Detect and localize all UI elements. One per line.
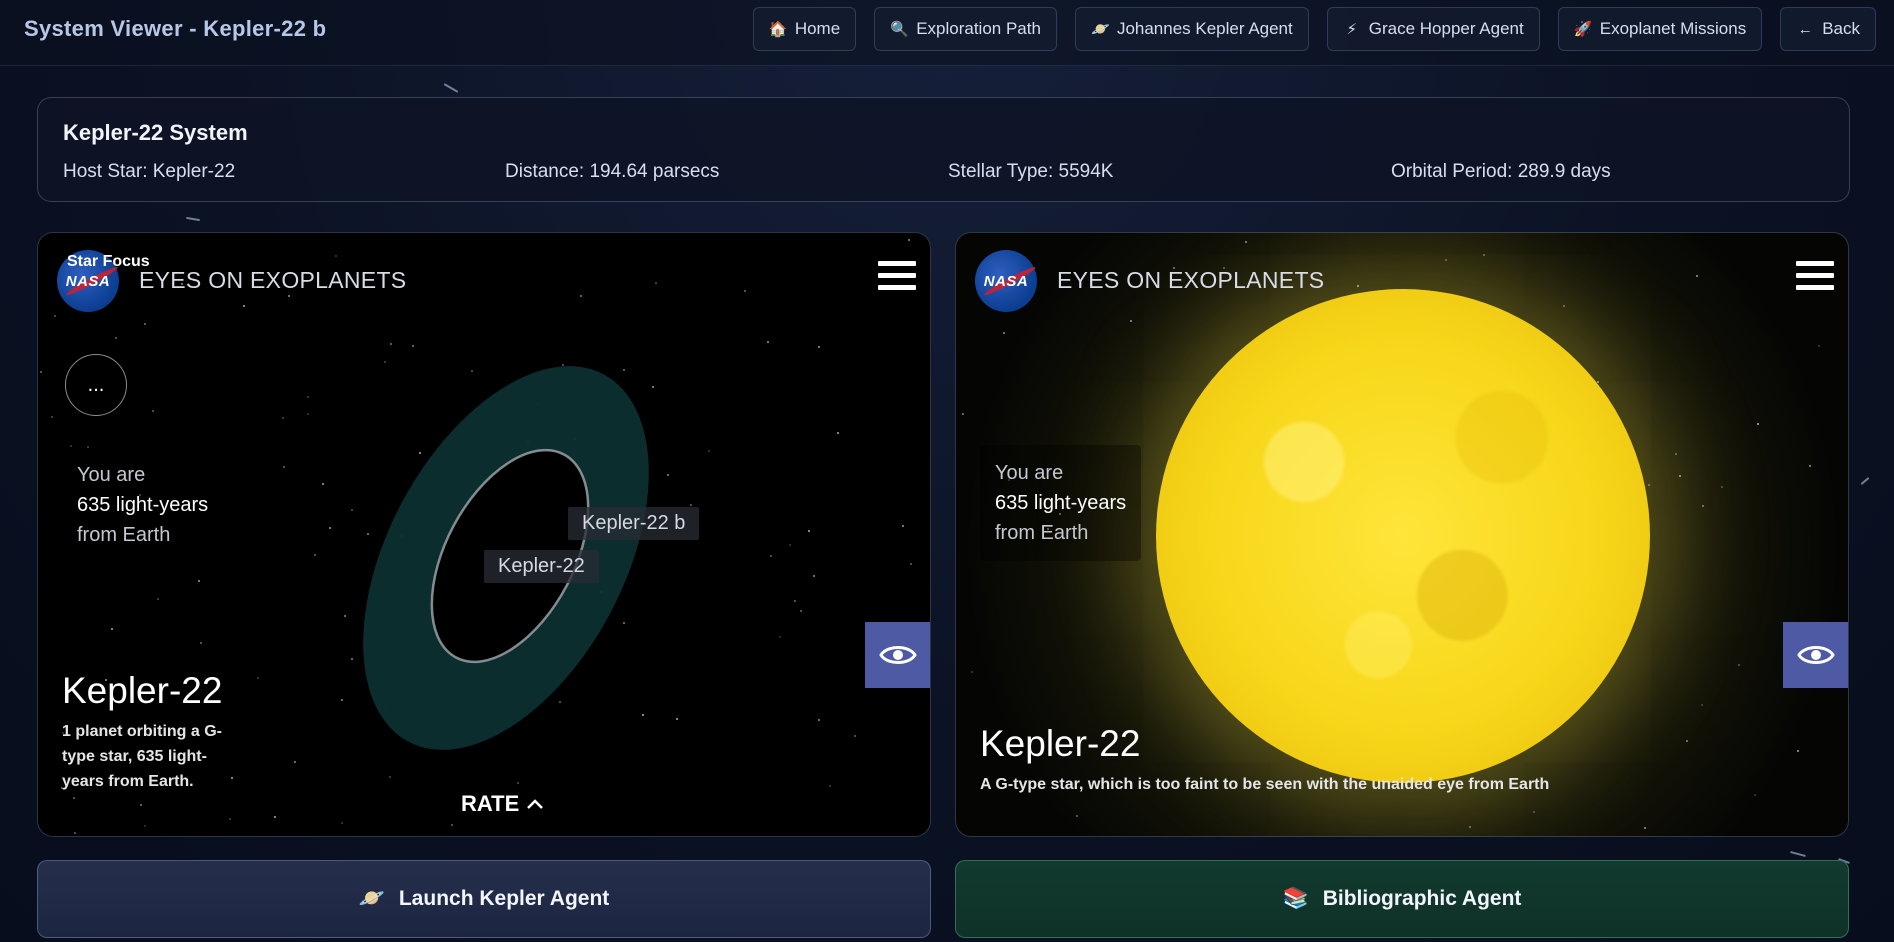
stellar-type-fact: Stellar Type: 5594K: [948, 161, 1114, 182]
star-dot: [961, 412, 964, 415]
star-description: 1 planet orbiting a G-type star, 635 lig…: [62, 723, 223, 790]
arrow-left-icon: ←: [1797, 20, 1813, 38]
nasa-logo: NASA: [975, 250, 1037, 312]
johannes-kepler-agent-button[interactable]: 🪐 Johannes Kepler Agent: [1074, 7, 1309, 51]
app-title: EYES ON EXOPLANETS: [139, 267, 407, 293]
space-streak: [185, 216, 201, 222]
home-label: Home: [794, 19, 841, 38]
distance-readout: You are 635 light-years from Earth: [77, 464, 209, 546]
star-dot: [1244, 240, 1247, 243]
eye-icon: [1796, 646, 1835, 664]
space-streak: [1790, 850, 1806, 858]
top-bar: System Viewer - Kepler-22 b 🏠 Home 🔍 Exp…: [0, 0, 1894, 66]
star-dot: [1647, 484, 1650, 486]
magnifier-icon: 🔍: [890, 21, 909, 38]
star-dot: [1356, 285, 1359, 288]
more-button[interactable]: ...: [65, 354, 127, 416]
star-dot: [1695, 274, 1698, 277]
exploration-path-button[interactable]: 🔍 Exploration Path: [874, 7, 1057, 51]
bibliographic-agent-label: Bibliographic Agent: [1322, 887, 1522, 910]
page-title: System Viewer - Kepler-22 b: [24, 16, 327, 41]
star-focus-label: Star Focus: [67, 253, 150, 270]
rate-button[interactable]: RATE: [461, 791, 545, 817]
launch-kepler-agent-label: Launch Kepler Agent: [398, 887, 610, 910]
distance-value: 635 light-years: [77, 494, 209, 516]
star-dot: [1130, 320, 1133, 323]
host-star-fact: Host Star: Kepler-22: [63, 161, 236, 182]
rocket-icon: 🚀: [1573, 21, 1593, 38]
star-dot: [1597, 381, 1600, 384]
system-title: Kepler-22 System: [63, 120, 248, 145]
star-dot: [1808, 465, 1811, 468]
planet-label[interactable]: Kepler-22 b: [568, 507, 700, 540]
grace-hopper-agent-label: Grace Hopper Agent: [1368, 19, 1524, 38]
home-button[interactable]: 🏠 Home: [752, 7, 857, 51]
star-view-panel[interactable]: NASA EYES ON EXOPLANETS You are 635 ligh…: [955, 232, 1849, 837]
top-nav: 🏠 Home 🔍 Exploration Path 🪐 Johannes Kep…: [752, 7, 1876, 51]
books-icon: 📚: [1282, 887, 1309, 910]
star-dot: [1678, 474, 1681, 477]
home-icon: 🏠: [768, 21, 788, 38]
star-dot: [1076, 815, 1079, 818]
star-dot: [1483, 253, 1486, 256]
view-toggle-button[interactable]: [1783, 622, 1848, 688]
star-dot: [1797, 750, 1800, 753]
star-render: [1156, 289, 1650, 783]
back-label: Back: [1822, 19, 1860, 38]
star-dot: [1818, 344, 1821, 347]
chevron-up-icon: [527, 799, 544, 809]
star-dot: [1685, 739, 1688, 742]
system-info-card: Kepler-22 System Host Star: Kepler-22 Di…: [37, 97, 1850, 202]
star-dot: [1563, 304, 1566, 307]
exploration-path-label: Exploration Path: [916, 19, 1041, 38]
eye-icon: [878, 646, 917, 664]
star-dot: [1675, 452, 1678, 455]
view-toggle-button[interactable]: [865, 622, 930, 688]
johannes-kepler-agent-label: Johannes Kepler Agent: [1116, 19, 1293, 38]
star-label[interactable]: Kepler-22: [484, 550, 599, 583]
exoplanet-missions-label: Exoplanet Missions: [1599, 19, 1747, 38]
orbital-period-fact: Orbital Period: 289.9 days: [1391, 161, 1611, 182]
star-name-heading: Kepler-22: [980, 723, 1141, 764]
star-dot: [1737, 664, 1740, 667]
menu-icon[interactable]: [1796, 261, 1834, 291]
exoplanet-missions-button[interactable]: 🚀 Exoplanet Missions: [1557, 7, 1763, 51]
planet-icon: 🪐: [358, 887, 385, 910]
star-description: A G-type star, which is too faint to be …: [980, 776, 1550, 793]
star-name-heading: Kepler-22: [62, 670, 223, 711]
grace-hopper-agent-button[interactable]: ⚡ Grace Hopper Agent: [1326, 7, 1540, 51]
star-dot: [1643, 826, 1646, 829]
bibliographic-agent-button[interactable]: 📚 Bibliographic Agent: [955, 860, 1849, 938]
star-dot: [1756, 423, 1759, 426]
distance-value: 635 light-years: [995, 492, 1127, 514]
star-dot: [1469, 826, 1472, 829]
space-streak: [443, 83, 459, 93]
distance-fact: Distance: 194.64 parsecs: [505, 161, 720, 182]
lightning-icon: ⚡: [1346, 21, 1358, 38]
distance-readout: You are 635 light-years from Earth: [980, 445, 1142, 561]
app-title: EYES ON EXOPLANETS: [1057, 267, 1325, 293]
launch-kepler-agent-button[interactable]: 🪐 Launch Kepler Agent: [37, 860, 931, 938]
star-dot: [1445, 259, 1448, 262]
star-dot: [1700, 703, 1703, 706]
orbit-view-panel[interactable]: NASA Star Focus EYES ON EXOPLANETS ... Y…: [37, 232, 931, 837]
star-dot: [1532, 810, 1535, 813]
star-dot: [1702, 505, 1705, 508]
star-dot: [1003, 331, 1006, 334]
planet-icon: 🪐: [1090, 21, 1110, 38]
menu-icon[interactable]: [878, 261, 916, 291]
space-streak: [1860, 477, 1870, 485]
back-button[interactable]: ← Back: [1780, 7, 1876, 51]
star-dot: [971, 671, 974, 674]
star-dot: [1720, 485, 1723, 488]
